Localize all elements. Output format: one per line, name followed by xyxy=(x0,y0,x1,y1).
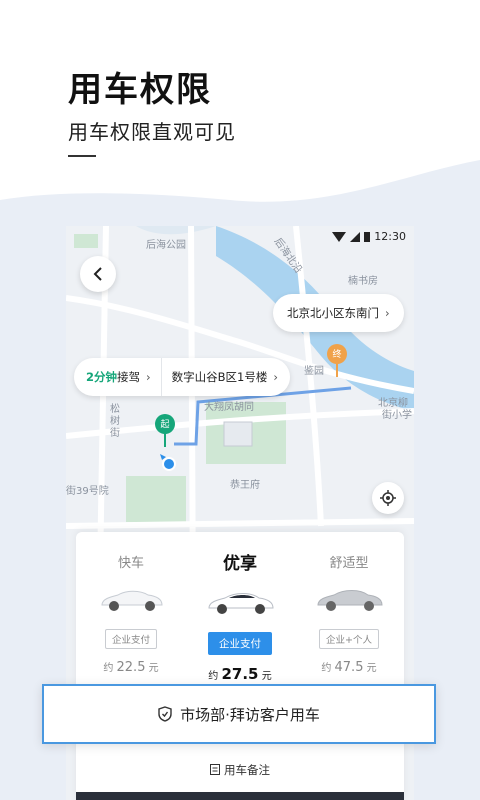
car-white-icon xyxy=(101,590,163,611)
ride-option-name: 优享 xyxy=(223,554,257,574)
pickup-eta-suffix: 接驾 xyxy=(117,370,141,384)
chevron-left-icon xyxy=(93,267,102,281)
locate-button[interactable] xyxy=(372,482,404,514)
chevron-right-icon: › xyxy=(385,306,390,320)
price-unit: 元 xyxy=(261,671,272,682)
pickup-pin-label: 起 xyxy=(160,420,170,430)
price-estimate: 约 27.5 元 xyxy=(185,665,295,683)
pickup-label: 数字山谷B区1号楼 xyxy=(171,370,268,384)
hero-divider xyxy=(68,155,96,157)
price-estimate: 约 47.5 元 xyxy=(294,659,404,675)
back-button[interactable] xyxy=(80,256,116,292)
chevron-right-icon: › xyxy=(273,370,278,384)
price-unit: 元 xyxy=(148,663,159,674)
crosshair-icon xyxy=(380,490,396,506)
battery-icon xyxy=(364,232,371,242)
map-label: 街39号院 xyxy=(66,486,109,497)
price-unit: 元 xyxy=(366,663,377,674)
map-label: 鉴园 xyxy=(304,366,324,377)
signal-icon xyxy=(350,231,361,242)
map-label: 后海公园 xyxy=(146,240,186,251)
map-label: 街小学 xyxy=(382,410,412,421)
payment-tag: 企业支付 xyxy=(208,632,272,655)
ride-note-button[interactable]: 用车备注 xyxy=(76,762,404,778)
chevron-right-icon: › xyxy=(146,370,151,384)
map-label: 楠书房 xyxy=(348,276,378,287)
price-value: 27.5 xyxy=(221,665,259,683)
price-estimate: 约 22.5 元 xyxy=(76,659,186,675)
price-prefix: 约 xyxy=(321,663,332,674)
ride-option-name: 舒适型 xyxy=(329,556,369,571)
price-value: 22.5 xyxy=(116,660,146,675)
bottom-action-bar[interactable] xyxy=(76,792,404,800)
destination-pin-label: 终 xyxy=(332,350,342,360)
pickup-eta: 2分钟接驾 xyxy=(86,369,140,385)
destination-label: 北京北小区东南门 xyxy=(287,306,379,320)
note-icon xyxy=(210,764,220,775)
payment-tag: 企业支付 xyxy=(104,629,157,649)
ride-purpose-selector[interactable]: 市场部·拜访客户用车 xyxy=(42,684,436,744)
car-gray-icon xyxy=(317,590,383,611)
car-white-icon xyxy=(208,593,274,614)
map-label: 恭王府 xyxy=(230,480,260,491)
price-prefix: 约 xyxy=(208,671,219,682)
ride-note-label: 用车备注 xyxy=(224,763,270,777)
hero-title: 用车权限 xyxy=(68,70,212,110)
pickup-bubble[interactable]: 2分钟接驾 › 数字山谷B区1号楼 › xyxy=(74,358,290,396)
ride-option-youxiang[interactable]: 优享 企业支付 约 27.5 元 xyxy=(185,532,295,683)
payment-tag: 企业+个人 xyxy=(319,629,379,649)
current-location-icon xyxy=(160,454,176,471)
map-label: 街 xyxy=(110,428,120,439)
destination-bubble[interactable]: 北京北小区东南门 › xyxy=(273,294,404,332)
hero-section: 用车权限 用车权限直观可见 xyxy=(0,0,480,210)
shield-check-icon xyxy=(158,706,172,722)
hero-subtitle: 用车权限直观可见 xyxy=(68,120,236,144)
wifi-icon xyxy=(332,231,347,242)
ride-option-shushi[interactable]: 舒适型 企业+个人 约 47.5 元 xyxy=(294,532,404,675)
ride-option-kuaiche[interactable]: 快车 企业支付 约 22.5 元 xyxy=(76,532,186,675)
status-bar: 12:30 xyxy=(332,230,406,243)
status-time: 12:30 xyxy=(374,230,406,243)
ride-purpose-label: 市场部·拜访客户用车 xyxy=(180,705,320,724)
ride-options-panel: 快车 企业支付 约 22.5 元 优享 企业支付 约 27.5 元 舒适型 企业… xyxy=(76,532,404,800)
ride-option-name: 快车 xyxy=(117,556,144,571)
bubble-divider xyxy=(160,358,162,396)
map-label: 大翔凤胡同 xyxy=(204,402,254,413)
price-value: 47.5 xyxy=(334,660,364,675)
pickup-eta-time: 2分钟 xyxy=(86,370,118,384)
price-prefix: 约 xyxy=(103,663,114,674)
